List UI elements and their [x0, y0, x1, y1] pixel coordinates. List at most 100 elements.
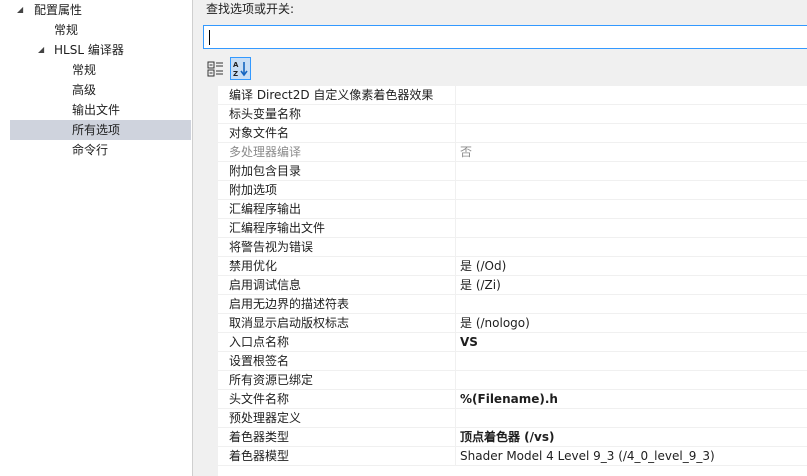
expanded-arrow-icon[interactable]: ◢	[17, 0, 23, 20]
property-row[interactable]: 头文件名称 %(Filename).h	[218, 390, 807, 409]
tree-item-hlsl-compiler[interactable]: ◢ HLSL 编译器	[10, 40, 191, 60]
property-name: 着色器类型	[229, 430, 290, 444]
tree-item-config-properties[interactable]: ◢ 配置属性	[10, 0, 191, 20]
property-name: 入口点名称	[229, 335, 290, 349]
property-row[interactable]: 汇编程序输出	[218, 200, 807, 219]
property-row[interactable]: 编译 Direct2D 自定义像素着色器效果	[218, 86, 807, 105]
property-name: 启用调试信息	[229, 278, 302, 292]
property-name: 汇编程序输出	[229, 202, 302, 216]
tree-item-label: 常规	[54, 23, 79, 37]
property-row[interactable]: 将警告视为错误	[218, 238, 807, 257]
property-value[interactable]: VS	[460, 333, 478, 351]
column-divider	[455, 257, 456, 275]
categorized-view-icon	[207, 61, 223, 77]
tree-item-label: 命令行	[72, 143, 109, 157]
property-row[interactable]: 汇编程序输出文件	[218, 219, 807, 238]
column-divider	[455, 238, 456, 256]
column-divider	[455, 333, 456, 351]
column-divider	[455, 86, 456, 104]
property-row[interactable]: 预处理器定义	[218, 409, 807, 428]
column-divider	[455, 162, 456, 180]
svg-text:A: A	[233, 61, 239, 69]
search-input[interactable]	[204, 26, 807, 48]
property-name: 汇编程序输出文件	[229, 221, 326, 235]
tree-item-label: 常规	[72, 63, 97, 77]
property-name: 标头变量名称	[229, 107, 302, 121]
column-divider	[455, 409, 456, 427]
property-name: 取消显示启动版权标志	[229, 316, 350, 330]
property-row[interactable]: 启用无边界的描述符表	[218, 295, 807, 314]
property-name: 启用无边界的描述符表	[229, 297, 350, 311]
property-name: 设置根签名	[229, 354, 290, 368]
tree-item-label: 配置属性	[34, 3, 83, 17]
property-row[interactable]: 多处理器编译 否	[218, 143, 807, 162]
column-divider	[455, 105, 456, 123]
column-divider	[455, 276, 456, 294]
column-divider	[455, 143, 456, 161]
property-name: 头文件名称	[229, 392, 290, 406]
property-grid: 编译 Direct2D 自定义像素着色器效果 标头变量名称 对象文件名 多处理器…	[204, 86, 807, 476]
property-name: 禁用优化	[229, 259, 278, 273]
column-divider	[455, 219, 456, 237]
svg-text:Z: Z	[233, 70, 238, 78]
property-row[interactable]: 禁用优化 是 (/Od)	[218, 257, 807, 276]
property-name: 所有资源已绑定	[229, 373, 314, 387]
column-divider	[455, 371, 456, 389]
tree-item-all-options[interactable]: 所有选项	[10, 120, 191, 140]
search-box[interactable]	[203, 25, 807, 49]
column-divider	[455, 390, 456, 408]
tree-item-command-line[interactable]: 命令行	[10, 140, 191, 160]
property-name: 多处理器编译	[229, 145, 302, 159]
properties-pane: 查找选项或开关: A Z 编译 Direct2D 自定义像素着色器效果 标头变量…	[193, 0, 807, 476]
property-row[interactable]: 入口点名称 VS	[218, 333, 807, 352]
grid-gutter	[204, 86, 218, 476]
tree-item-label: 所有选项	[72, 123, 121, 137]
property-name: 预处理器定义	[229, 411, 302, 425]
text-caret	[209, 30, 210, 45]
property-row[interactable]: 标头变量名称	[218, 105, 807, 124]
tree-item-label: 输出文件	[72, 103, 121, 117]
property-row[interactable]: 所有资源已绑定	[218, 371, 807, 390]
property-row[interactable]: 着色器类型 顶点着色器 (/vs)	[218, 428, 807, 447]
tree-item-hlsl-advanced[interactable]: 高级	[10, 80, 191, 100]
property-name: 编译 Direct2D 自定义像素着色器效果	[229, 88, 434, 102]
property-name: 附加选项	[229, 183, 278, 197]
tree-pane: ◢ 配置属性 常规 ◢ HLSL 编译器 常规 高级 输出文件 所有选项 命令行	[0, 0, 193, 476]
column-divider	[455, 295, 456, 313]
tree-item-output-files[interactable]: 输出文件	[10, 100, 191, 120]
property-name: 将警告视为错误	[229, 240, 314, 254]
property-name: 对象文件名	[229, 126, 290, 140]
tree-item-general[interactable]: 常规	[10, 20, 191, 40]
property-value[interactable]: 是 (/Od)	[460, 257, 506, 275]
property-value[interactable]: 否	[460, 143, 472, 161]
column-divider	[455, 352, 456, 370]
column-divider	[455, 124, 456, 142]
expanded-arrow-icon[interactable]: ◢	[38, 40, 44, 60]
property-value[interactable]: 是 (/Zi)	[460, 276, 501, 294]
property-row[interactable]: 设置根签名	[218, 352, 807, 371]
property-value[interactable]: 是 (/nologo)	[460, 314, 530, 332]
property-value[interactable]: %(Filename).h	[460, 390, 558, 408]
column-divider	[455, 447, 456, 465]
tree-item-hlsl-general[interactable]: 常规	[10, 60, 191, 80]
property-value[interactable]: Shader Model 4 Level 9_3 (/4_0_level_9_3…	[460, 447, 715, 465]
property-name: 着色器模型	[229, 449, 290, 463]
sort-alphabetical-button[interactable]: A Z	[230, 57, 251, 80]
property-row[interactable]: 着色器模型 Shader Model 4 Level 9_3 (/4_0_lev…	[218, 447, 807, 466]
property-name: 附加包含目录	[229, 164, 302, 178]
column-divider	[455, 428, 456, 446]
tree-item-label: HLSL 编译器	[54, 43, 124, 57]
property-row[interactable]: 对象文件名	[218, 124, 807, 143]
column-divider	[455, 181, 456, 199]
property-row[interactable]: 附加包含目录	[218, 162, 807, 181]
property-row[interactable]: 启用调试信息 是 (/Zi)	[218, 276, 807, 295]
search-label: 查找选项或开关:	[206, 2, 295, 16]
tree-item-label: 高级	[72, 83, 97, 97]
column-divider	[455, 200, 456, 218]
categorized-view-button[interactable]	[205, 57, 226, 80]
property-row[interactable]: 附加选项	[218, 181, 807, 200]
column-divider	[455, 314, 456, 332]
property-value[interactable]: 顶点着色器 (/vs)	[460, 428, 555, 446]
property-row[interactable]: 取消显示启动版权标志 是 (/nologo)	[218, 314, 807, 333]
sort-alphabetical-icon: A Z	[233, 61, 248, 78]
